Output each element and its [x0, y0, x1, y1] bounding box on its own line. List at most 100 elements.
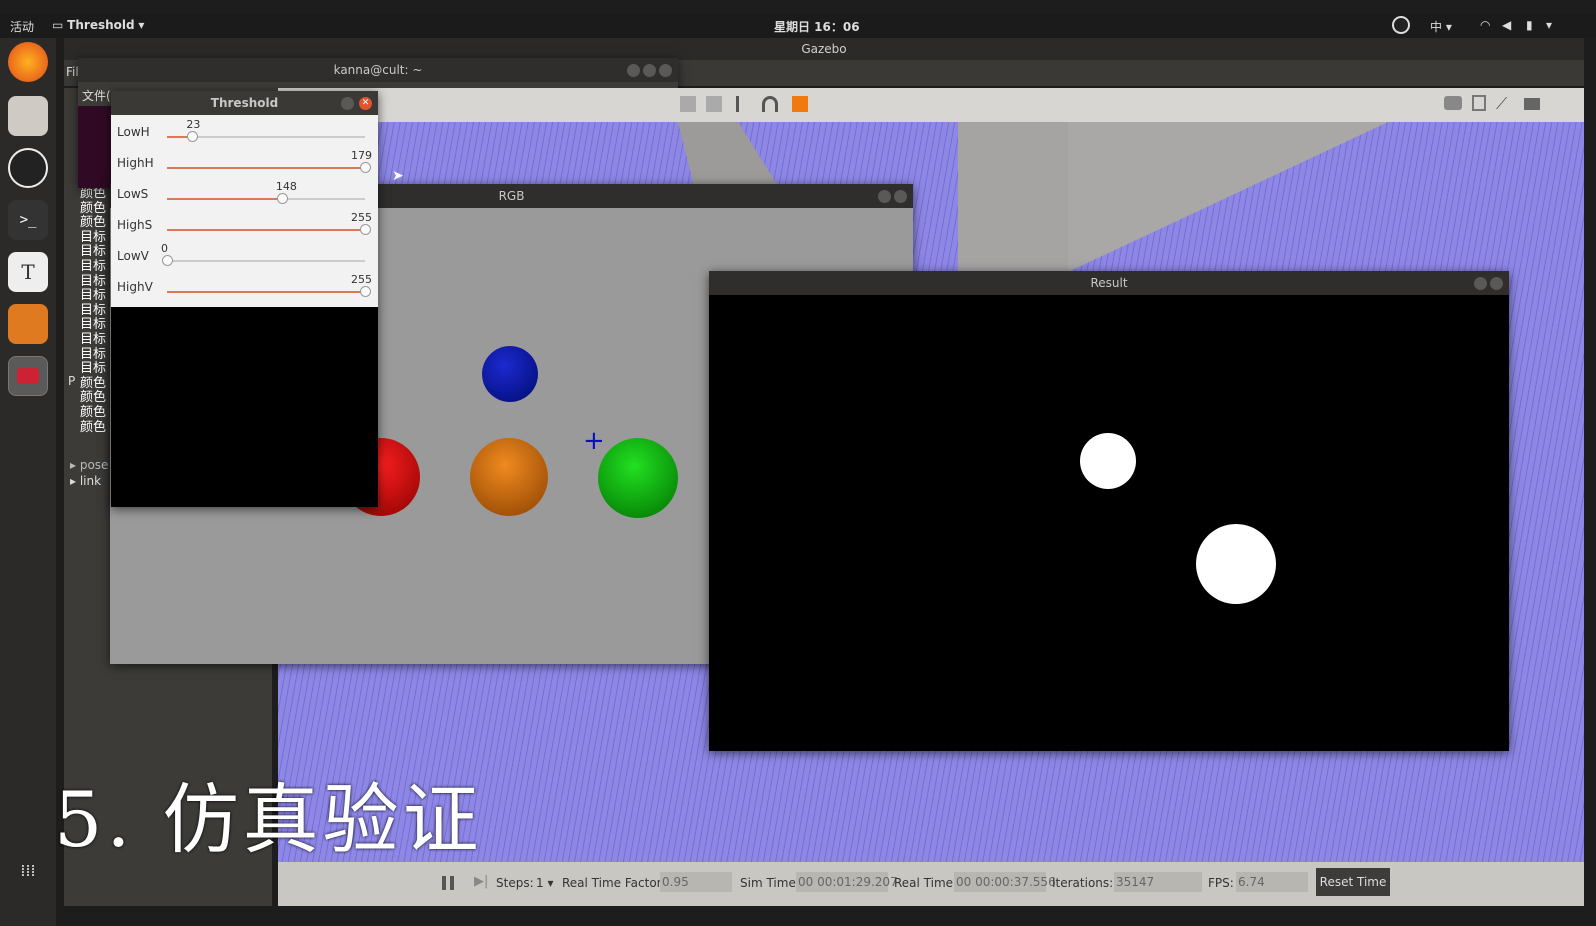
wifi-icon[interactable]: ◠ [1480, 18, 1490, 32]
top-bar: 活动 ▭ Threshold ▾ 星期日 16：06 中 ▾ ◠ ◀ ▮ ▾ [0, 14, 1596, 38]
tree-item-label: link [79, 474, 102, 488]
iterations-value: 35147 [1114, 872, 1202, 892]
step-button[interactable]: ▶| [474, 874, 488, 889]
log-icon[interactable] [1472, 95, 1486, 111]
slider-track[interactable] [167, 193, 365, 204]
obs-icon[interactable] [8, 148, 48, 188]
color-picker-icon[interactable] [792, 96, 808, 112]
text-editor-icon[interactable]: T [8, 252, 48, 292]
slider-highh[interactable]: HighH 179 [111, 146, 372, 177]
plot-icon[interactable]: ⟋ [1496, 94, 1507, 114]
steps-spinner[interactable]: 1 ▾ [536, 876, 554, 890]
battery-icon[interactable]: ▮ [1526, 18, 1533, 32]
real-time-value: 00 00:00:37.556 [954, 872, 1056, 892]
files-icon[interactable] [8, 96, 48, 136]
threshold-window[interactable]: Threshold ✕ LowH 23 HighH 179 LowS 148 HighS 25… [111, 91, 378, 507]
slider-value: 0 [161, 242, 168, 255]
real-time-label: Real Time: [894, 876, 958, 890]
close-button[interactable] [659, 64, 672, 77]
volume-icon[interactable]: ◀ [1502, 18, 1511, 32]
orange-ball [470, 438, 548, 516]
slider-highs[interactable]: HighS 255 [111, 208, 372, 239]
panel-label: P [68, 374, 76, 388]
reset-time-button[interactable]: Reset Time [1316, 868, 1390, 896]
slider-track[interactable] [167, 131, 365, 142]
close-button[interactable] [1490, 277, 1503, 290]
clock[interactable]: 星期日 16：06 [774, 18, 860, 35]
slider-label: HighH [117, 156, 154, 170]
gazebo-title-bar: Gazebo [64, 38, 1584, 60]
result-mask-image [709, 295, 1509, 751]
mouse-pointer-icon: ➤ [392, 168, 404, 184]
close-icon: ✕ [361, 98, 370, 108]
terminal-file-menu[interactable]: 文件( [82, 87, 111, 104]
desktop: 活动 ▭ Threshold ▾ 星期日 16：06 中 ▾ ◠ ◀ ▮ ▾ >… [0, 0, 1596, 926]
slider-fill [167, 229, 365, 231]
fps-value: 6.74 [1236, 872, 1308, 892]
threshold-title-bar: Threshold [111, 91, 378, 115]
slider-handle[interactable] [187, 131, 199, 142]
align-icon[interactable] [736, 96, 752, 112]
slider-track[interactable] [162, 255, 365, 266]
simulation-status-bar: ▶| Steps: 1 ▾ Real Time Factor: 0.95 Sim… [278, 862, 1584, 906]
gazebo-file-menu[interactable]: Fil [66, 65, 79, 79]
input-method-indicator[interactable]: 中 ▾ [1430, 18, 1452, 35]
terminal-icon[interactable]: >_ [8, 200, 48, 240]
tree-item-link[interactable]: ▸ link [70, 474, 101, 488]
slider-track[interactable] [167, 224, 371, 235]
slider-lows[interactable]: LowS 148 [111, 177, 372, 208]
slider-handle[interactable] [162, 255, 173, 266]
obs-tray-icon[interactable] [1392, 16, 1410, 34]
dock: >_ T ⁞⁞⁞ [0, 38, 56, 926]
gazebo-icon[interactable] [8, 304, 48, 344]
slider-highv[interactable]: HighV 255 [111, 270, 372, 301]
minimize-button[interactable] [1474, 277, 1487, 290]
slider-value: 255 [351, 273, 372, 286]
threshold-title: Threshold [210, 96, 279, 110]
output-line: 目标 [80, 317, 107, 333]
copy-icon[interactable] [680, 96, 696, 112]
paste-icon[interactable] [706, 96, 722, 112]
output-line: 目标 [80, 229, 107, 245]
terminal-title: kanna@cult: ~ [333, 63, 423, 77]
slider-lowv[interactable]: LowV 0 [111, 239, 372, 270]
minimize-button[interactable] [878, 190, 891, 203]
slider-fill [167, 198, 282, 200]
slider-handle[interactable] [360, 224, 371, 235]
tree-item-pose[interactable]: ▸ pose [70, 458, 108, 472]
slider-value: 179 [351, 149, 372, 162]
slider-fill [167, 291, 365, 293]
mask-blob [1196, 524, 1276, 604]
camera-icon[interactable] [1444, 96, 1462, 110]
app-grid-icon[interactable]: ⁞⁞⁞ [8, 850, 48, 890]
triangle-right-icon: ▸ [70, 474, 80, 488]
slider-track[interactable] [167, 162, 371, 173]
image-viewer-icon[interactable] [8, 356, 48, 396]
slider-lowh[interactable]: LowH 23 [111, 115, 372, 146]
pause-button[interactable] [442, 876, 454, 890]
minimize-button[interactable] [627, 64, 640, 77]
sim-time-label: Sim Time: [740, 876, 800, 890]
result-window[interactable]: Result [709, 271, 1509, 751]
slider-handle[interactable] [360, 162, 371, 173]
slider-track[interactable] [167, 286, 371, 297]
slider-handle[interactable] [276, 193, 288, 204]
tree-item-label: pose [79, 458, 109, 472]
minimize-button[interactable] [341, 97, 354, 110]
close-button[interactable]: ✕ [359, 97, 372, 110]
slider-label: LowV [117, 249, 149, 263]
system-menu-chevron-icon[interactable]: ▾ [1546, 18, 1552, 32]
maximize-button[interactable] [643, 64, 656, 77]
output-line: 颜色 [80, 215, 107, 231]
ground-gray-patch [958, 122, 1068, 272]
slider-handle[interactable] [360, 286, 371, 297]
output-line: 目标 [80, 288, 107, 304]
activities-button[interactable]: 活动 [10, 18, 34, 35]
close-button[interactable] [894, 190, 907, 203]
app-menu[interactable]: ▭ Threshold ▾ [52, 18, 144, 32]
snap-icon[interactable] [762, 96, 778, 112]
firefox-icon[interactable] [8, 42, 48, 82]
video-icon[interactable] [1524, 98, 1540, 110]
output-line: 颜色 [80, 390, 107, 406]
threshold-image-area [111, 307, 378, 507]
